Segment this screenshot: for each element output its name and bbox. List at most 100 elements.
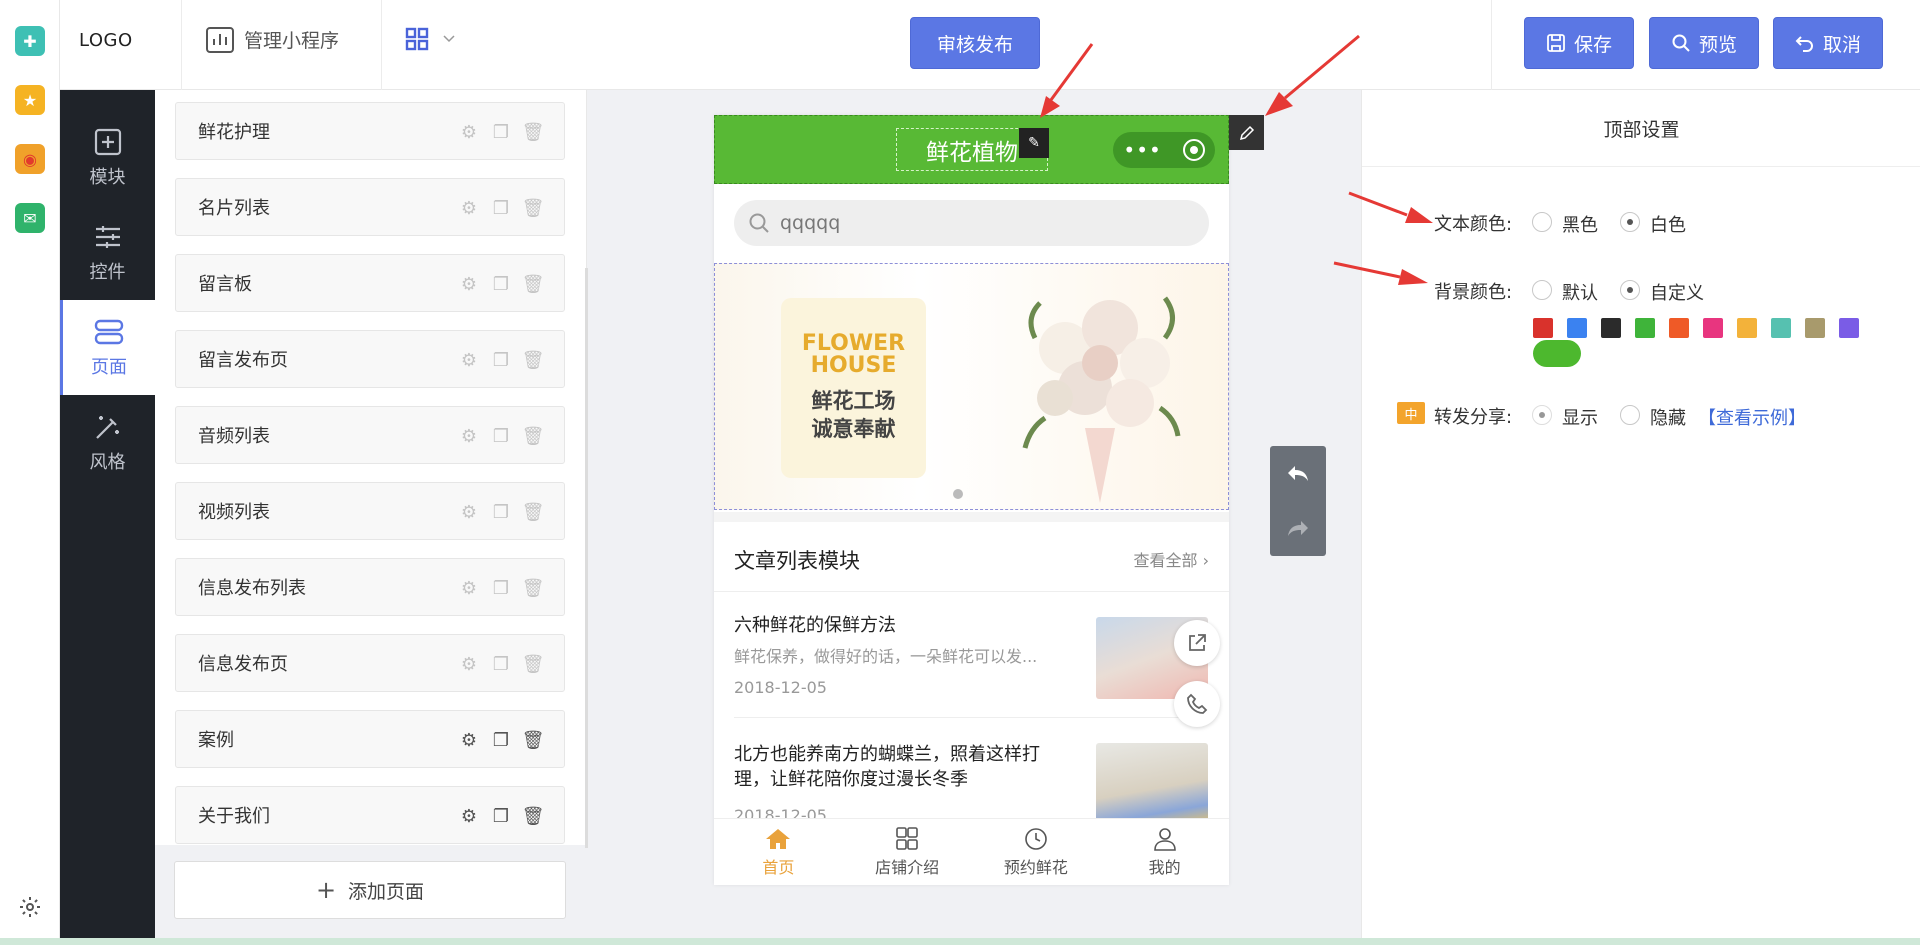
see-all-link[interactable]: 查看全部 ›	[1134, 547, 1210, 571]
save-button[interactable]: 保存	[1524, 17, 1634, 69]
gear-icon[interactable]: ⚙	[458, 729, 480, 751]
page-item[interactable]: 音频列表 ⚙ ❐ 🗑	[175, 406, 565, 464]
app-plus-icon[interactable]: ✚	[15, 26, 45, 56]
page-list-scrollbar[interactable]	[585, 268, 588, 848]
edit-title-icon[interactable]: ✎	[1019, 128, 1049, 158]
share-icon[interactable]	[1174, 620, 1220, 666]
trash-icon[interactable]: 🗑	[522, 729, 545, 751]
color-swatch[interactable]	[1669, 318, 1689, 338]
radio-custom[interactable]	[1620, 280, 1640, 300]
trash-icon[interactable]: 🗑	[522, 273, 545, 295]
radio-hide-label: 隐藏	[1650, 408, 1686, 429]
manage-miniapp-button[interactable]: 管理小程序	[206, 26, 339, 53]
nav-style[interactable]: 风格	[60, 395, 155, 490]
app-mail-icon[interactable]: ✉	[15, 203, 45, 233]
nav-page[interactable]: 页面	[60, 300, 155, 395]
page-item[interactable]: 关于我们 ⚙ ❐ 🗑	[175, 786, 565, 844]
color-swatch[interactable]	[1737, 318, 1757, 338]
trash-icon[interactable]: 🗑	[522, 501, 545, 523]
carousel-dot[interactable]	[953, 489, 963, 499]
gear-icon[interactable]: ⚙	[458, 805, 480, 827]
radio-show[interactable]	[1532, 405, 1552, 425]
banner-line2: 诚意奉献	[811, 417, 896, 441]
tab-home[interactable]: 首页	[714, 819, 843, 885]
trash-icon[interactable]: 🗑	[522, 197, 545, 219]
page-item[interactable]: 鲜花护理 ⚙ ❐ 🗑	[175, 102, 565, 160]
search-input[interactable]: qqqqq	[734, 200, 1209, 246]
search-icon	[749, 213, 769, 233]
copy-icon[interactable]: ❐	[490, 653, 512, 675]
trash-icon[interactable]: 🗑	[522, 653, 545, 675]
phone-icon[interactable]	[1174, 681, 1220, 727]
trash-icon[interactable]: 🗑	[522, 805, 545, 827]
article-title[interactable]: 北方也能养南方的蝴蝶兰，照着这样打理，让鲜花陪你度过漫长冬季	[734, 742, 1054, 792]
app-switcher[interactable]	[405, 27, 455, 51]
copy-icon[interactable]: ❐	[490, 425, 512, 447]
gear-icon[interactable]: ⚙	[458, 273, 480, 295]
copy-icon[interactable]: ❐	[490, 273, 512, 295]
page-item[interactable]: 名片列表 ⚙ ❐ 🗑	[175, 178, 565, 236]
color-swatch[interactable]	[1805, 318, 1825, 338]
radio-hide[interactable]	[1620, 405, 1640, 425]
copy-icon[interactable]: ❐	[490, 197, 512, 219]
copy-icon[interactable]: ❐	[490, 577, 512, 599]
copy-icon[interactable]: ❐	[490, 121, 512, 143]
gear-icon[interactable]: ⚙	[458, 653, 480, 675]
page-item[interactable]: 案例 ⚙ ❐ 🗑	[175, 710, 565, 768]
phone-header[interactable]: 鲜花植物 ✎ •••	[714, 115, 1229, 184]
trash-icon[interactable]: 🗑	[522, 349, 545, 371]
page-item[interactable]: 留言板 ⚙ ❐ 🗑	[175, 254, 565, 312]
color-swatch[interactable]	[1839, 318, 1859, 338]
page-item[interactable]: 视频列表 ⚙ ❐ 🗑	[175, 482, 565, 540]
redo-icon[interactable]	[1270, 501, 1326, 556]
banner-brand-bottom: HOUSE	[810, 353, 897, 378]
copy-icon[interactable]: ❐	[490, 805, 512, 827]
copy-icon[interactable]: ❐	[490, 729, 512, 751]
color-swatch[interactable]	[1635, 318, 1655, 338]
section-separator	[714, 512, 1229, 522]
gear-icon[interactable]: ⚙	[458, 349, 480, 371]
tab-mine[interactable]: 我的	[1100, 819, 1229, 885]
page-item[interactable]: 信息发布列表 ⚙ ❐ 🗑	[175, 558, 565, 616]
color-swatch[interactable]	[1533, 318, 1553, 338]
publish-review-button[interactable]: 审核发布	[910, 17, 1040, 69]
gear-icon[interactable]: ⚙	[458, 197, 480, 219]
settings-icon[interactable]	[18, 895, 42, 919]
copy-icon[interactable]: ❐	[490, 349, 512, 371]
add-page-button[interactable]: + 添加页面	[174, 861, 566, 919]
radio-default[interactable]	[1532, 280, 1552, 300]
nav-control[interactable]: 控件	[60, 205, 155, 300]
color-swatch[interactable]	[1567, 318, 1587, 338]
trash-icon[interactable]: 🗑	[522, 425, 545, 447]
view-example-link[interactable]: 【查看示例】	[1698, 404, 1806, 430]
tab-label: 首页	[762, 857, 795, 877]
tab-booking[interactable]: 预约鲜花	[972, 819, 1101, 885]
radio-white[interactable]	[1620, 212, 1640, 232]
gear-icon[interactable]: ⚙	[458, 577, 480, 599]
copy-icon[interactable]: ❐	[490, 501, 512, 523]
page-item[interactable]: 留言发布页 ⚙ ❐ 🗑	[175, 330, 565, 388]
top-bar: LOGO 管理小程序 审核发布 保存 预览 取消	[60, 0, 1920, 90]
radio-black[interactable]	[1532, 212, 1552, 232]
gear-icon[interactable]: ⚙	[458, 425, 480, 447]
page-item[interactable]: 信息发布页 ⚙ ❐ 🗑	[175, 634, 565, 692]
edit-pencil-icon[interactable]	[1229, 115, 1264, 150]
article-thumbnail[interactable]	[1096, 743, 1208, 825]
trash-icon[interactable]: 🗑	[522, 121, 545, 143]
undo-icon[interactable]	[1270, 446, 1326, 501]
app-weibo-icon[interactable]: ◉	[15, 144, 45, 174]
trash-icon[interactable]: 🗑	[522, 577, 545, 599]
color-swatch[interactable]	[1771, 318, 1791, 338]
color-swatch[interactable]	[1703, 318, 1723, 338]
banner-carousel[interactable]: FLOWER HOUSE 鲜花工场 诚意奉献	[714, 263, 1229, 510]
cancel-button[interactable]: 取消	[1773, 17, 1883, 69]
tab-store[interactable]: 店铺介绍	[843, 819, 972, 885]
color-swatch[interactable]	[1601, 318, 1621, 338]
preview-button[interactable]: 预览	[1649, 17, 1759, 69]
gear-icon[interactable]: ⚙	[458, 121, 480, 143]
app-star-icon[interactable]: ★	[15, 85, 45, 115]
article-title[interactable]: 六种鲜花的保鲜方法	[734, 613, 1054, 638]
gear-icon[interactable]: ⚙	[458, 501, 480, 523]
nav-module[interactable]: 模块	[60, 110, 155, 205]
selected-color-swatch[interactable]	[1533, 340, 1581, 367]
